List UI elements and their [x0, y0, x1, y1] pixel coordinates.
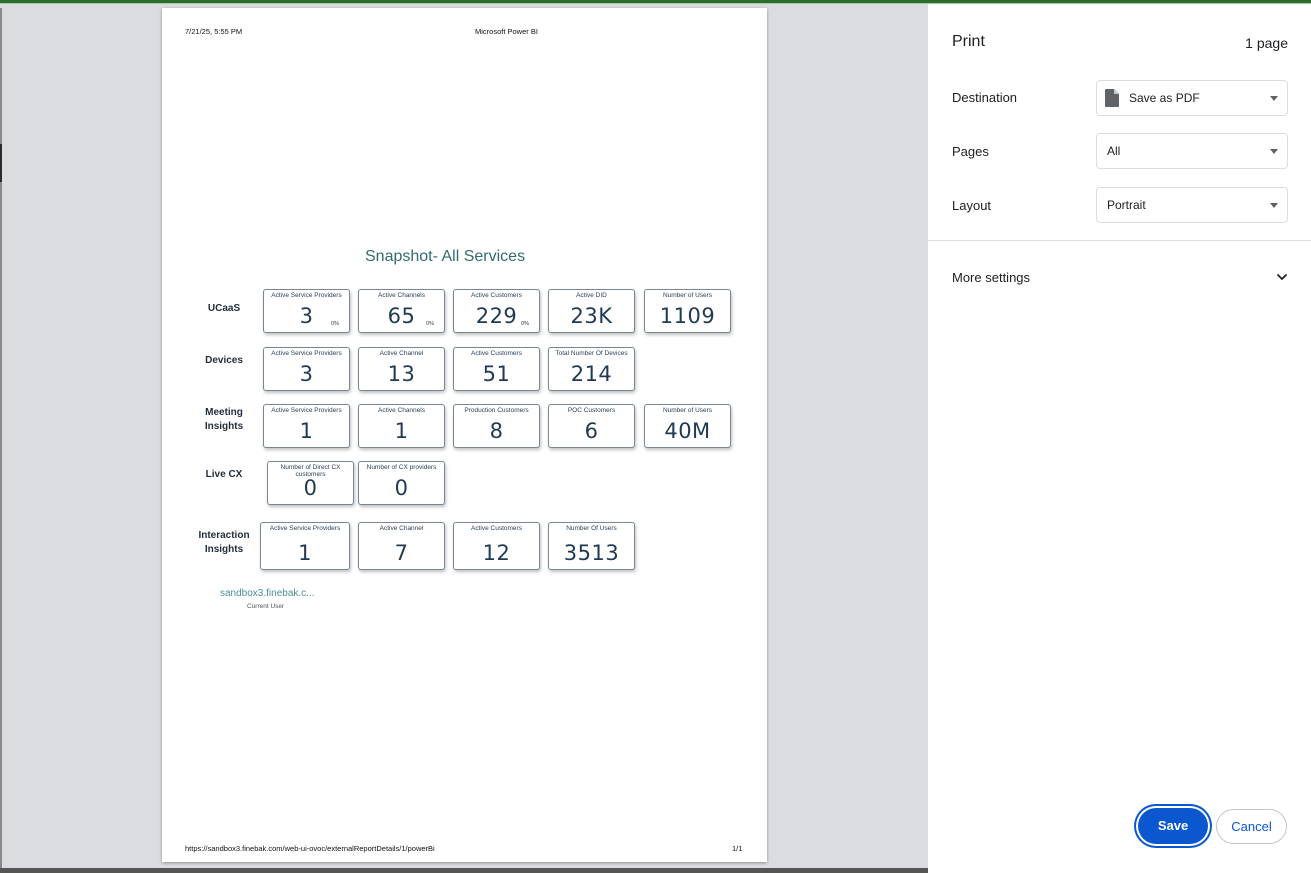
page-count: 1 page: [1245, 35, 1288, 51]
kpi-card: Active Customers 229 0%: [453, 289, 540, 333]
kpi-card-percent: 0%: [521, 321, 529, 327]
row-label-ucaas: UCaaS: [207, 303, 241, 314]
print-title: Print: [952, 33, 985, 50]
more-settings-toggle[interactable]: More settings: [952, 270, 1030, 285]
dropdown-arrow-icon: [1270, 149, 1278, 154]
preview-page: 7/21/25, 5:55 PM Microsoft Power BI Snap…: [162, 8, 767, 862]
preview-edge: [0, 8, 2, 873]
kpi-card-title: Active Customers: [471, 292, 522, 299]
kpi-card-title: Active Channels: [378, 292, 425, 299]
pages-select[interactable]: All: [1096, 133, 1288, 169]
cancel-button[interactable]: Cancel: [1216, 809, 1287, 844]
current-user-value: sandbox3.finebak.c...: [220, 588, 315, 599]
kpi-card-percent: 0%: [426, 321, 434, 327]
save-button[interactable]: Save: [1138, 808, 1208, 844]
destination-label: Destination: [952, 90, 1018, 105]
kpi-card-value: 7: [394, 541, 409, 565]
kpi-card-value: 12: [482, 541, 511, 565]
print-preview-area[interactable]: 7/21/25, 5:55 PM Microsoft Power BI Snap…: [0, 4, 928, 873]
layout-value: Portrait: [1107, 198, 1146, 212]
kpi-card: Number of Users 1109: [644, 289, 731, 333]
page-header-date: 7/21/25, 5:55 PM: [185, 27, 243, 36]
row-label-interaction-insights: Interaction Insights: [198, 530, 250, 555]
kpi-card: POC Customers 6: [548, 404, 635, 448]
row-label-devices: Devices: [205, 355, 243, 366]
kpi-card-value: 3: [299, 362, 314, 386]
kpi-card: Number of Direct CX customers 0: [267, 461, 354, 505]
kpi-card-title: Active Customers: [471, 525, 522, 532]
kpi-card-value: 1: [298, 541, 312, 565]
layout-select[interactable]: Portrait: [1096, 187, 1288, 223]
kpi-card-title: Number of Users: [662, 407, 713, 414]
kpi-card-value: 214: [570, 362, 613, 386]
kpi-card-value: 1109: [659, 304, 716, 328]
kpi-card-value: 8: [489, 419, 504, 443]
kpi-card-value: 23K: [570, 304, 613, 328]
kpi-card: Active Service Providers 3: [263, 347, 350, 391]
chevron-down-icon[interactable]: [1275, 270, 1289, 284]
row-label-meeting-insights: Meeting Insights: [204, 407, 244, 432]
kpi-card-title: Active Service Providers: [271, 407, 342, 414]
kpi-card-value: 6: [584, 419, 599, 443]
kpi-card-title: Production Customers: [464, 407, 529, 414]
panel-divider: [928, 240, 1311, 241]
row-label-live-cx: Live CX: [205, 469, 243, 480]
kpi-card: Total Number Of Devices 214: [548, 347, 635, 391]
kpi-card-title: Active Channel: [379, 525, 424, 532]
kpi-card-title: POC Customers: [567, 407, 616, 414]
pages-value: All: [1107, 144, 1121, 158]
kpi-card-title: Number of Users: [662, 292, 713, 299]
preview-edge-mark: [0, 144, 2, 182]
kpi-card-value: 13: [387, 362, 416, 386]
kpi-card-value: 40M: [664, 419, 711, 443]
kpi-card-title: Active Channel: [379, 350, 424, 357]
kpi-card: Number of Users 40M: [644, 404, 731, 448]
kpi-card: Active Channels 1: [358, 404, 445, 448]
kpi-card-value: 51: [482, 362, 511, 386]
destination-select[interactable]: Save as PDF: [1096, 80, 1288, 116]
layout-label: Layout: [952, 198, 992, 213]
kpi-card: Active Channels 65 0%: [358, 289, 445, 333]
kpi-card-title: Active Channels: [378, 407, 425, 414]
kpi-card-value: 3513: [563, 541, 620, 565]
report-title: Snapshot- All Services: [365, 248, 526, 265]
kpi-card-title: Active Service Providers: [271, 350, 342, 357]
page-footer-url: https://sandbox3.finebak.com/web-ui-ovoc…: [185, 844, 435, 853]
kpi-card: Active Service Providers 3 0%: [263, 289, 350, 333]
kpi-card: Production Customers 8: [453, 404, 540, 448]
pages-label: Pages: [952, 144, 989, 159]
kpi-card-value: 1: [394, 419, 409, 443]
kpi-card: Active Customers 12: [453, 522, 540, 570]
kpi-card: Number Of Users 3513: [548, 522, 635, 570]
file-icon: [1105, 89, 1119, 107]
print-settings-panel: Print 1 page Destination Save as PDF Pag…: [928, 4, 1311, 873]
kpi-card-title: Active Customers: [471, 350, 522, 357]
kpi-card-title: Active Service Providers: [271, 292, 342, 299]
kpi-card-title: Active Service Providers: [269, 525, 341, 532]
kpi-card-title: Number Of Users: [566, 525, 617, 532]
kpi-card: Active DID 23K: [548, 289, 635, 333]
kpi-card-value: 0: [394, 476, 409, 500]
page-header-title: Microsoft Power BI: [475, 27, 538, 36]
kpi-card-value: 0: [303, 476, 318, 500]
kpi-card-percent: 0%: [331, 321, 339, 327]
kpi-card-title: Active DID: [576, 292, 607, 299]
window-bottom-edge: [0, 868, 928, 873]
kpi-card: Number of CX providers 0: [358, 461, 445, 505]
kpi-card: Active Channel 13: [358, 347, 445, 391]
dropdown-arrow-icon: [1270, 96, 1278, 101]
dropdown-arrow-icon: [1270, 203, 1278, 208]
kpi-card: Active Channel 7: [358, 522, 445, 570]
kpi-card: Active Service Providers 1: [263, 404, 350, 448]
current-user-label: Current User: [247, 603, 285, 610]
kpi-card-title: Total Number Of Devices: [555, 350, 628, 357]
kpi-card-value: 1: [299, 419, 314, 443]
kpi-card: Active Customers 51: [453, 347, 540, 391]
page-footer-number: 1/1: [732, 844, 743, 853]
kpi-card: Active Service Providers 1: [260, 522, 350, 570]
kpi-card-title: Number of CX providers: [366, 464, 437, 471]
destination-value: Save as PDF: [1129, 91, 1200, 105]
